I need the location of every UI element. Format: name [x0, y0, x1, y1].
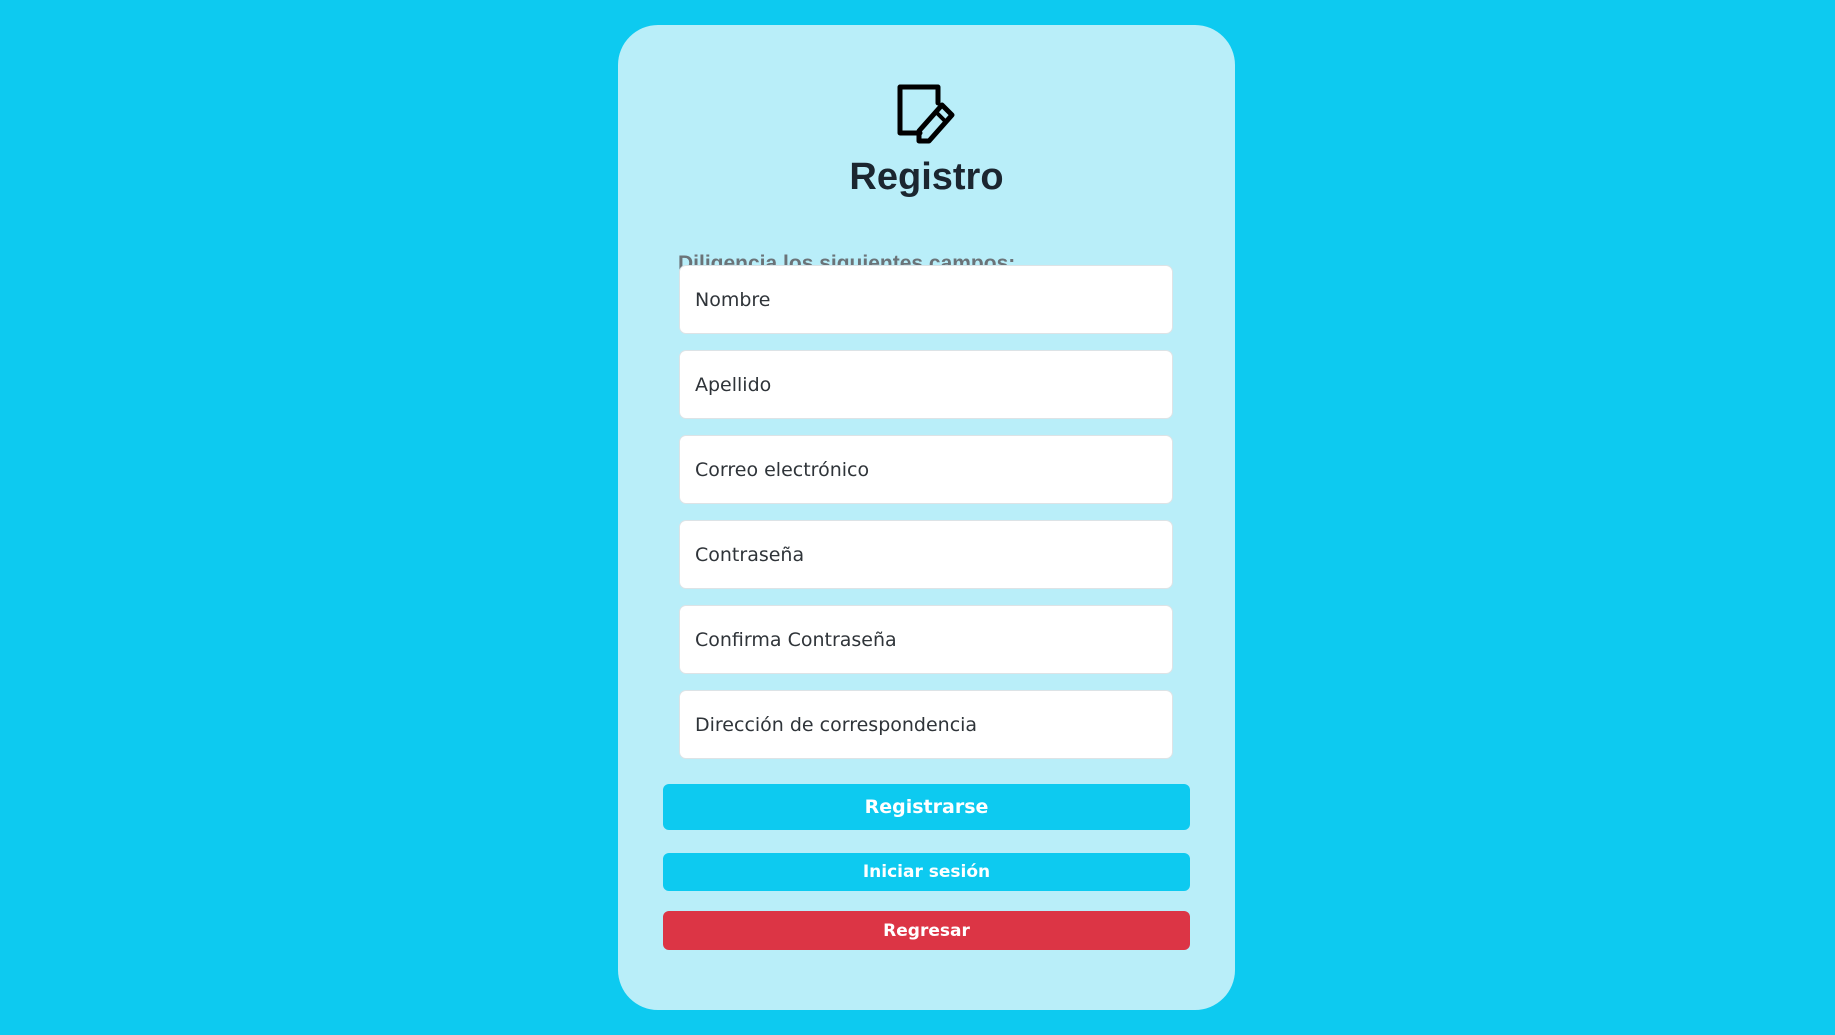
register-card: Registro Diligencia los siguientes campo…	[618, 25, 1235, 1010]
confirm-password-input[interactable]	[679, 605, 1173, 674]
last-name-input[interactable]	[679, 350, 1173, 419]
page-title: Registro	[849, 156, 1004, 198]
password-input[interactable]	[679, 520, 1173, 589]
mailing-address-input[interactable]	[679, 690, 1173, 759]
login-button[interactable]: Iniciar sesión	[663, 853, 1190, 891]
first-name-input[interactable]	[679, 265, 1173, 334]
email-input[interactable]	[679, 435, 1173, 504]
back-button[interactable]: Regresar	[663, 911, 1190, 950]
pencil-square-icon	[897, 84, 955, 144]
register-button[interactable]: Registrarse	[663, 784, 1190, 830]
